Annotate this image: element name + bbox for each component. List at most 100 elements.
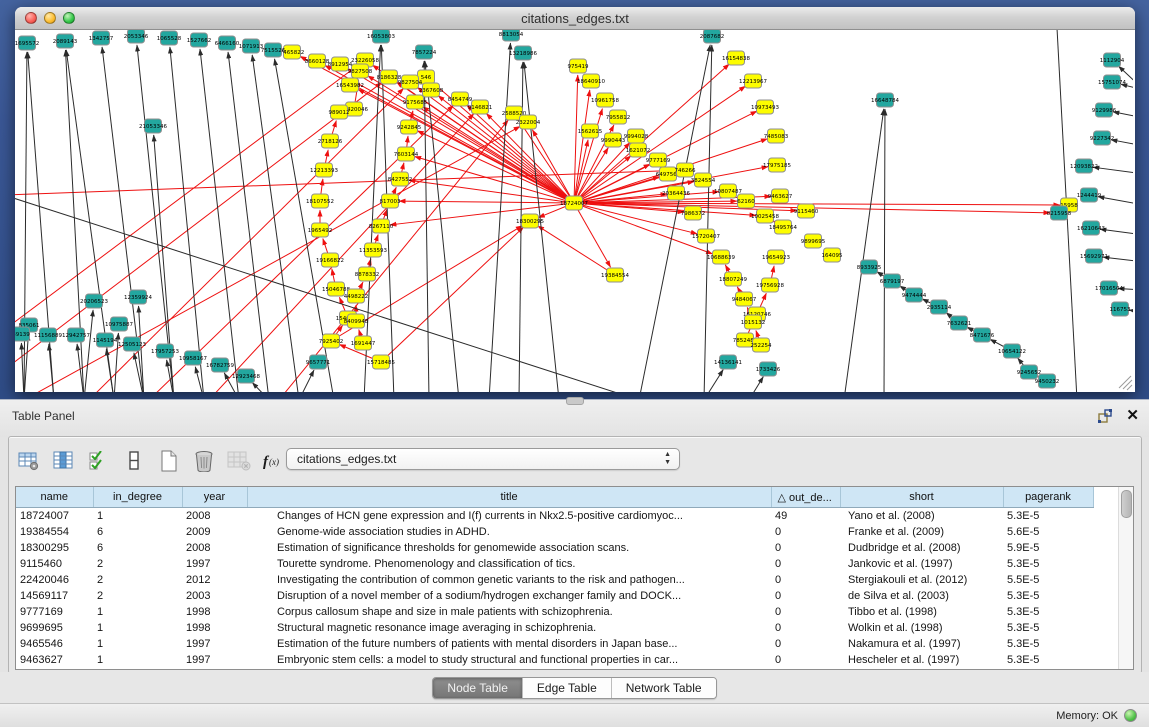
graph-node[interactable]: 9115460 bbox=[794, 204, 819, 218]
graph-node[interactable]: 9990443 bbox=[601, 133, 626, 147]
graph-node[interactable]: 11156889 bbox=[34, 328, 62, 342]
table-mode-button[interactable] bbox=[15, 447, 43, 475]
graph-node[interactable]: 12093822 bbox=[1070, 159, 1098, 173]
graph-node[interactable]: 975419 bbox=[568, 59, 589, 73]
graph-node[interactable]: 9657771 bbox=[306, 355, 331, 369]
graph-node[interactable]: 12213393 bbox=[310, 163, 338, 177]
row-layout-button[interactable] bbox=[120, 447, 148, 475]
function-builder-button[interactable]: f (x) bbox=[260, 447, 288, 475]
graph-node[interactable]: 9484067 bbox=[732, 292, 757, 306]
column-header-pagerank[interactable]: pagerank bbox=[1003, 487, 1093, 508]
graph-node[interactable]: 16782759 bbox=[206, 358, 234, 372]
graph-node[interactable]: 7955812 bbox=[606, 110, 631, 124]
graph-node[interactable]: 6466160 bbox=[215, 36, 240, 50]
graph-node[interactable]: 2935114 bbox=[927, 300, 952, 314]
graph-node[interactable]: 1733426 bbox=[756, 362, 781, 376]
graph-node[interactable]: 9474444 bbox=[902, 288, 927, 302]
graph-node[interactable]: 2087682 bbox=[700, 30, 725, 43]
graph-node[interactable]: 17016504 bbox=[1095, 281, 1123, 295]
table-row[interactable]: 977716911998Corpus callosum shape and si… bbox=[16, 604, 1119, 620]
graph-node[interactable]: 18640910 bbox=[577, 74, 605, 88]
graph-node[interactable]: 2718126 bbox=[318, 134, 343, 148]
graph-node[interactable]: 2367608 bbox=[419, 83, 444, 97]
table-row[interactable]: 969969511998Structural magnetic resonanc… bbox=[16, 620, 1119, 636]
table-row[interactable]: 911546021997Tourette syndrome. Phenomeno… bbox=[16, 556, 1119, 572]
graph-node[interactable]: 164095 bbox=[822, 248, 843, 262]
graph-node[interactable]: 1145194 bbox=[93, 333, 118, 347]
graph-node[interactable]: 12359924 bbox=[124, 290, 152, 304]
float-panel-icon[interactable] bbox=[1097, 408, 1114, 423]
graph-node[interactable]: 8878332 bbox=[355, 267, 380, 281]
graph-node[interactable]: 8454749 bbox=[448, 92, 473, 106]
graph-node[interactable]: 9463627 bbox=[768, 189, 793, 203]
graph-node[interactable]: 4498222 bbox=[344, 289, 369, 303]
column-header-name[interactable]: name bbox=[16, 487, 93, 508]
graph-node[interactable]: 3824554 bbox=[691, 173, 716, 187]
graph-node[interactable]: 14136141 bbox=[714, 355, 742, 369]
graph-node[interactable]: 15720407 bbox=[692, 229, 720, 243]
graph-node[interactable]: 9242845 bbox=[397, 120, 422, 134]
graph-node[interactable]: 7925402 bbox=[319, 334, 344, 348]
graph-node[interactable]: 19166822 bbox=[316, 253, 344, 267]
graph-node[interactable]: 12942757 bbox=[62, 328, 90, 342]
graph-node[interactable]: 13218986 bbox=[509, 46, 537, 60]
graph-node[interactable]: 9450232 bbox=[1035, 374, 1060, 388]
canvas-resize-grip[interactable] bbox=[1119, 376, 1132, 390]
column-header-year[interactable]: year bbox=[182, 487, 247, 508]
graph-node[interactable]: 10688639 bbox=[707, 250, 735, 264]
new-column-button[interactable] bbox=[155, 447, 183, 475]
graph-node[interactable]: 10958167 bbox=[179, 351, 207, 365]
graph-node[interactable]: 2053346 bbox=[124, 30, 149, 43]
graph-node[interactable]: 17975185 bbox=[763, 158, 791, 172]
graph-node[interactable]: 21053346 bbox=[139, 119, 167, 133]
citation-network-graph[interactable]: 1872400774658228660128891295423226058982… bbox=[15, 30, 1133, 392]
graph-node[interactable]: 19654923 bbox=[762, 250, 790, 264]
graph-node[interactable]: 9777169 bbox=[646, 153, 671, 167]
graph-node[interactable]: 20364436 bbox=[662, 186, 690, 200]
graph-node[interactable]: 252254 bbox=[751, 338, 772, 352]
graph-node[interactable]: 9245652 bbox=[1017, 365, 1042, 379]
graph-node[interactable]: 746266 bbox=[675, 163, 696, 177]
graph-node[interactable]: 15692971 bbox=[1080, 249, 1108, 263]
graph-node[interactable]: 8409948 bbox=[344, 314, 369, 328]
graph-node[interactable]: 15718485 bbox=[367, 355, 395, 369]
graph-node[interactable]: 1527662 bbox=[187, 33, 212, 47]
graph-node[interactable]: 9899695 bbox=[801, 234, 826, 248]
graph-node[interactable]: 9146821 bbox=[468, 100, 493, 114]
graph-node[interactable]: 6879197 bbox=[880, 274, 905, 288]
graph-node[interactable]: 20206523 bbox=[80, 294, 108, 308]
graph-node[interactable]: 1065528 bbox=[157, 31, 182, 45]
tab-edge-table[interactable]: Edge Table bbox=[523, 678, 612, 698]
graph-node[interactable]: 9227342 bbox=[1090, 131, 1115, 145]
graph-node[interactable]: 116753 bbox=[1110, 302, 1131, 316]
graph-node[interactable]: 2322004 bbox=[516, 115, 541, 129]
table-vertical-scrollbar[interactable] bbox=[1118, 487, 1133, 669]
graph-node[interactable]: 1562615 bbox=[578, 124, 603, 138]
table-row[interactable]: 2242004622012Investigating the contribut… bbox=[16, 572, 1119, 588]
graph-node[interactable]: 10961758 bbox=[591, 93, 619, 107]
graph-node[interactable]: 15751074 bbox=[1098, 75, 1126, 89]
graph-node[interactable]: 17957253 bbox=[151, 344, 179, 358]
graph-node[interactable]: 1015132 bbox=[741, 315, 766, 329]
import-table-button[interactable] bbox=[225, 447, 253, 475]
table-selector-dropdown[interactable]: citations_edges.txt ▲▼ bbox=[286, 448, 680, 470]
network-window-titlebar[interactable]: citations_edges.txt bbox=[15, 7, 1135, 30]
graph-node[interactable]: 1691447 bbox=[351, 336, 376, 350]
show-hide-columns-button[interactable] bbox=[85, 447, 113, 475]
graph-node[interactable]: 12505123 bbox=[118, 337, 146, 351]
graph-node[interactable]: 62160 bbox=[737, 194, 755, 208]
tab-node-table[interactable]: Node Table bbox=[433, 678, 523, 698]
table-row[interactable]: 1456911722003Disruption of a novel membe… bbox=[16, 588, 1119, 604]
graph-node[interactable]: 1695572 bbox=[15, 36, 39, 50]
column-header-out_de[interactable]: △ out_de... bbox=[771, 487, 840, 508]
graph-node[interactable]: 7485083 bbox=[764, 129, 789, 143]
graph-node[interactable]: 1244419 bbox=[1077, 188, 1102, 202]
graph-node[interactable]: 7603144 bbox=[394, 147, 419, 161]
graph-node[interactable]: 39139 bbox=[15, 327, 30, 341]
graph-node[interactable]: 1621072 bbox=[626, 143, 651, 157]
graph-node[interactable]: 1342757 bbox=[89, 31, 114, 45]
graph-node[interactable]: 817003 bbox=[380, 194, 401, 208]
table-row[interactable]: 1830029562008Estimation of significance … bbox=[16, 540, 1119, 556]
graph-node[interactable]: 12213967 bbox=[739, 74, 767, 88]
graph-node[interactable]: 1112904 bbox=[1100, 53, 1125, 67]
